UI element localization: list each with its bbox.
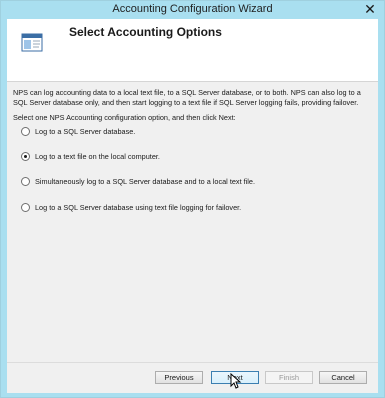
option-sql-server[interactable]: Log to a SQL Server database.	[21, 125, 135, 137]
instruction-text: Select one NPS Accounting configuration …	[13, 113, 236, 122]
radio-button[interactable]	[21, 176, 30, 186]
cancel-button[interactable]: Cancel	[319, 371, 367, 384]
radio-button[interactable]	[21, 202, 30, 212]
radio-button[interactable]	[21, 126, 30, 136]
wizard-window: Accounting Configuration Wizard ✕ Select…	[0, 0, 385, 398]
mouse-pointer-icon	[230, 373, 242, 389]
finish-button[interactable]: Finish	[265, 371, 313, 384]
title-bar[interactable]: Accounting Configuration Wizard ✕	[1, 1, 384, 19]
page-title: Select Accounting Options	[69, 25, 222, 39]
option-label: Log to a SQL Server database.	[35, 126, 136, 136]
wizard-header: Select Accounting Options	[7, 19, 378, 82]
option-label: Log to a SQL Server database using text …	[35, 202, 242, 212]
wizard-window-icon	[21, 33, 43, 52]
previous-button[interactable]: Previous	[155, 371, 203, 384]
description-text: NPS can log accounting data to a local t…	[13, 88, 361, 107]
option-label: Simultaneously log to a SQL Server datab…	[35, 176, 255, 186]
radio-button-selected[interactable]	[21, 151, 30, 161]
option-sql-failover[interactable]: Log to a SQL Server database using text …	[21, 201, 241, 213]
option-sql-and-text[interactable]: Simultaneously log to a SQL Server datab…	[21, 175, 255, 187]
close-icon: ✕	[364, 1, 376, 17]
wizard-content: NPS can log accounting data to a local t…	[7, 82, 378, 362]
window-title: Accounting Configuration Wizard	[112, 3, 273, 15]
option-text-file[interactable]: Log to a text file on the local computer…	[21, 150, 160, 162]
button-bar: Previous Next Finish Cancel	[7, 362, 378, 393]
option-label: Log to a text file on the local computer…	[35, 151, 160, 161]
close-button[interactable]: ✕	[360, 1, 380, 18]
